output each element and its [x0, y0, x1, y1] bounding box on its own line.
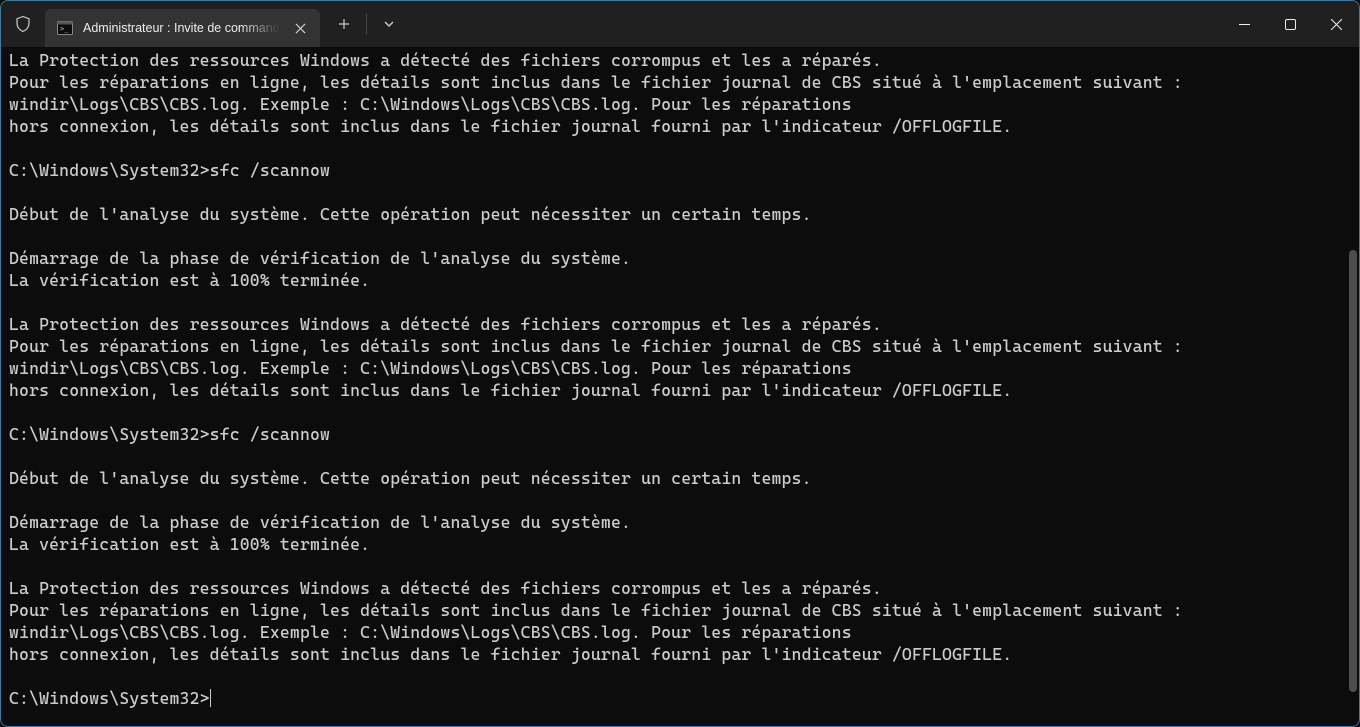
tab-close-button[interactable]	[290, 18, 310, 38]
app-shield-icon	[1, 1, 45, 47]
terminal-line	[9, 555, 1351, 577]
terminal-line: windir\Logs\CBS\CBS.log. Exemple : C:\Wi…	[9, 357, 1351, 379]
scrollbar-thumb[interactable]	[1349, 250, 1357, 692]
terminal-output[interactable]: La Protection des ressources Windows a d…	[1, 47, 1359, 726]
terminal-line	[9, 291, 1351, 313]
terminal-line: Début de l'analyse du système. Cette opé…	[9, 203, 1351, 225]
new-tab-button[interactable]	[326, 7, 362, 41]
terminal-line: hors connexion, les détails sont inclus …	[9, 643, 1351, 665]
terminal-line	[9, 137, 1351, 159]
terminal-line: La vérification est à 100% terminée.	[9, 533, 1351, 555]
terminal-line	[9, 225, 1351, 247]
svg-text:>_: >_	[60, 25, 69, 33]
terminal-line	[9, 445, 1351, 467]
window-controls	[1221, 1, 1359, 47]
tab-active[interactable]: >_ Administrateur : Invite de commandes	[45, 9, 320, 47]
terminal-line: windir\Logs\CBS\CBS.log. Exemple : C:\Wi…	[9, 93, 1351, 115]
terminal-line: La vérification est à 100% terminée.	[9, 269, 1351, 291]
terminal-prompt-line[interactable]: C:\Windows\System32>	[9, 687, 1351, 709]
terminal-line: windir\Logs\CBS\CBS.log. Exemple : C:\Wi…	[9, 621, 1351, 643]
terminal-line	[9, 401, 1351, 423]
terminal-line	[9, 665, 1351, 687]
titlebar-divider	[366, 13, 367, 35]
terminal-line: Démarrage de la phase de vérification de…	[9, 247, 1351, 269]
terminal-line: La Protection des ressources Windows a d…	[9, 313, 1351, 335]
minimize-button[interactable]	[1221, 1, 1267, 47]
terminal-line: Démarrage de la phase de vérification de…	[9, 511, 1351, 533]
tab-dropdown-button[interactable]	[371, 7, 407, 41]
tab-title: Administrateur : Invite de commandes	[83, 21, 280, 35]
titlebar-drag-area[interactable]	[407, 1, 1221, 47]
terminal-line: Pour les réparations en ligne, les détai…	[9, 599, 1351, 621]
maximize-button[interactable]	[1267, 1, 1313, 47]
terminal-window: >_ Administrateur : Invite de commandes	[0, 0, 1360, 727]
terminal-line: Début de l'analyse du système. Cette opé…	[9, 467, 1351, 489]
scrollbar[interactable]	[1347, 46, 1359, 726]
terminal-line: hors connexion, les détails sont inclus …	[9, 379, 1351, 401]
terminal-line: C:\Windows\System32>sfc /scannow	[9, 159, 1351, 181]
terminal-line: La Protection des ressources Windows a d…	[9, 49, 1351, 71]
titlebar[interactable]: >_ Administrateur : Invite de commandes	[1, 1, 1359, 47]
terminal-line: Pour les réparations en ligne, les détai…	[9, 335, 1351, 357]
terminal-line: C:\Windows\System32>sfc /scannow	[9, 423, 1351, 445]
cursor	[210, 689, 212, 707]
terminal-line: hors connexion, les détails sont inclus …	[9, 115, 1351, 137]
terminal-line	[9, 181, 1351, 203]
terminal-line	[9, 489, 1351, 511]
cmd-icon: >_	[57, 20, 73, 36]
terminal-line: Pour les réparations en ligne, les détai…	[9, 71, 1351, 93]
close-button[interactable]	[1313, 1, 1359, 47]
terminal-line: La Protection des ressources Windows a d…	[9, 577, 1351, 599]
